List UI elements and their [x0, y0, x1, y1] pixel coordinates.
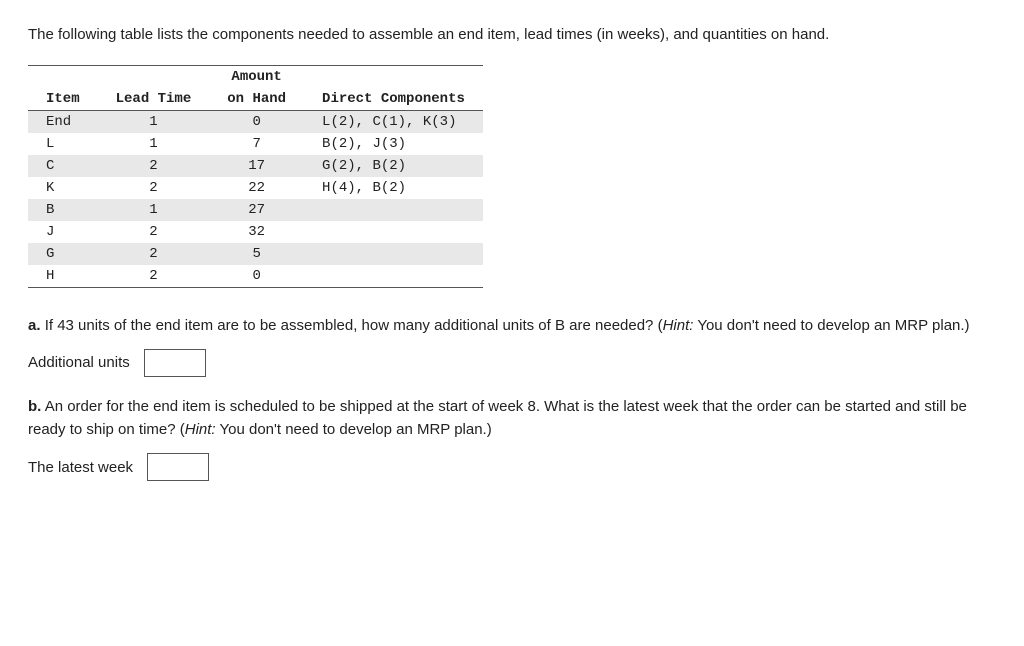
section-b: b. An order for the end item is schedule… [28, 395, 996, 482]
cell-direct: H(4), B(2) [304, 177, 483, 199]
section-a-answer-row: Additional units [28, 349, 996, 377]
cell-direct [304, 243, 483, 265]
section-a-hint-text: You don't need to develop an MRP plan.) [693, 317, 969, 334]
cell-on_hand: 0 [209, 110, 304, 133]
cell-direct [304, 265, 483, 288]
table-row: L17B(2), J(3) [28, 133, 483, 155]
col-direct-label: Direct Components [304, 88, 483, 111]
cell-on_hand: 5 [209, 243, 304, 265]
cell-direct [304, 221, 483, 243]
table-row: H20 [28, 265, 483, 288]
cell-on_hand: 32 [209, 221, 304, 243]
components-table: Amount Item Lead Time on Hand Direct Com… [28, 65, 483, 288]
table-row: G25 [28, 243, 483, 265]
section-a-question: a. If 43 units of the end item are to be… [28, 314, 996, 337]
cell-lead_time: 1 [98, 110, 210, 133]
cell-on_hand: 27 [209, 199, 304, 221]
section-b-hint-text: You don't need to develop an MRP plan.) [216, 421, 492, 438]
col-leadtime-header-empty [98, 65, 210, 88]
section-a-label: a. [28, 317, 41, 334]
col-leadtime-label: Lead Time [98, 88, 210, 111]
cell-on_hand: 22 [209, 177, 304, 199]
cell-item: H [28, 265, 98, 288]
cell-item: J [28, 221, 98, 243]
cell-lead_time: 1 [98, 199, 210, 221]
components-table-wrapper: Amount Item Lead Time on Hand Direct Com… [28, 65, 483, 288]
table-row: K222H(4), B(2) [28, 177, 483, 199]
cell-on_hand: 7 [209, 133, 304, 155]
cell-lead_time: 2 [98, 265, 210, 288]
section-b-text: An order for the end item is scheduled t… [28, 398, 967, 438]
col-direct-header-empty [304, 65, 483, 88]
col-item-label: Item [28, 88, 98, 111]
section-b-label: b. [28, 398, 41, 415]
section-a-text: If 43 units of the end item are to be as… [45, 317, 663, 334]
table-row: J232 [28, 221, 483, 243]
cell-item: End [28, 110, 98, 133]
section-b-answer-label: The latest week [28, 456, 133, 479]
table-header-row2: Item Lead Time on Hand Direct Components [28, 88, 483, 111]
table-row: B127 [28, 199, 483, 221]
cell-direct: B(2), J(3) [304, 133, 483, 155]
col-item-header-empty [28, 65, 98, 88]
cell-item: G [28, 243, 98, 265]
section-b-hint-label: Hint: [185, 421, 216, 438]
latest-week-input[interactable] [147, 453, 209, 481]
intro-paragraph: The following table lists the components… [28, 24, 996, 47]
cell-lead_time: 2 [98, 155, 210, 177]
cell-lead_time: 2 [98, 177, 210, 199]
cell-direct: L(2), C(1), K(3) [304, 110, 483, 133]
cell-item: L [28, 133, 98, 155]
section-b-question: b. An order for the end item is schedule… [28, 395, 996, 442]
section-a: a. If 43 units of the end item are to be… [28, 314, 996, 377]
col-amount-header: Amount [209, 65, 304, 88]
cell-on_hand: 17 [209, 155, 304, 177]
section-b-answer-row: The latest week [28, 453, 996, 481]
additional-units-input[interactable] [144, 349, 206, 377]
col-onhand-label: on Hand [209, 88, 304, 111]
table-body: End10L(2), C(1), K(3)L17B(2), J(3)C217G(… [28, 110, 483, 287]
section-a-answer-label: Additional units [28, 351, 130, 374]
cell-item: B [28, 199, 98, 221]
section-a-hint-label: Hint: [663, 317, 694, 334]
cell-item: C [28, 155, 98, 177]
cell-direct [304, 199, 483, 221]
cell-item: K [28, 177, 98, 199]
cell-on_hand: 0 [209, 265, 304, 288]
table-header-row1: Amount [28, 65, 483, 88]
cell-lead_time: 1 [98, 133, 210, 155]
cell-lead_time: 2 [98, 221, 210, 243]
table-row: C217G(2), B(2) [28, 155, 483, 177]
cell-direct: G(2), B(2) [304, 155, 483, 177]
cell-lead_time: 2 [98, 243, 210, 265]
table-row: End10L(2), C(1), K(3) [28, 110, 483, 133]
